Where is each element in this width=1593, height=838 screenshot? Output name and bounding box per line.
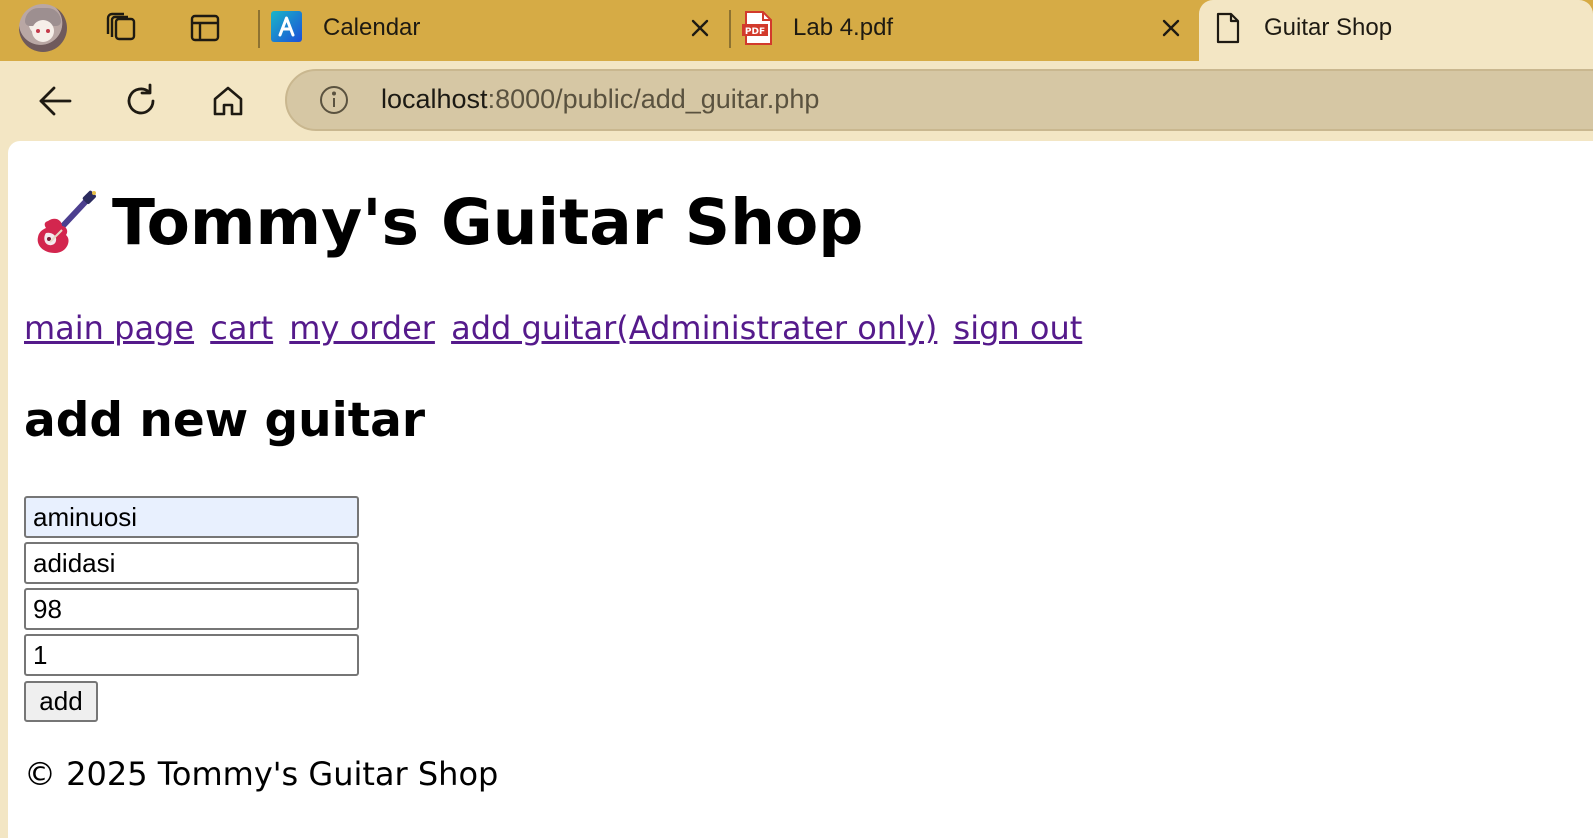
pdf-icon: PDF [742, 11, 774, 45]
nav-link-add-guitar[interactable]: add guitar(Administrater only) [451, 309, 937, 347]
tab-title: Lab 4.pdf [793, 14, 894, 41]
nav-link-main-page[interactable]: main page [24, 309, 194, 347]
svg-text:PDF: PDF [745, 27, 765, 37]
site-info-icon[interactable] [319, 85, 349, 115]
refresh-icon[interactable] [117, 77, 165, 125]
tab-calendar[interactable]: Calendar [262, 0, 728, 56]
tab-title: Guitar Shop [1264, 14, 1393, 41]
url-path: :8000/public/add_guitar.php [487, 84, 820, 114]
page-title: Tommy's Guitar Shop [28, 186, 863, 259]
tab-separator [258, 10, 260, 48]
home-icon[interactable] [204, 77, 252, 125]
tab-separator [729, 10, 731, 48]
browser-toolbar: localhost:8000/public/add_guitar.php [0, 61, 1593, 141]
add-button[interactable]: add [24, 681, 98, 722]
nav-link-sign-out[interactable]: sign out [954, 309, 1083, 347]
nav-link-cart[interactable]: cart [210, 309, 273, 347]
tab-strip: Calendar PDF Lab 4.pdf Guitar Shop [0, 0, 1593, 61]
nav-link-my-order[interactable]: my order [289, 309, 435, 347]
url-host: localhost [381, 84, 488, 114]
workspaces-icon[interactable] [99, 8, 143, 48]
profile-avatar[interactable] [19, 4, 67, 52]
guitar-stock-input[interactable] [24, 634, 359, 676]
back-icon[interactable] [31, 77, 79, 125]
section-title: add new guitar [24, 393, 426, 448]
guitar-brand-input[interactable] [24, 542, 359, 584]
guitar-icon [28, 187, 100, 259]
close-icon[interactable] [688, 16, 712, 40]
tab-guitar-shop[interactable]: Guitar Shop [1199, 0, 1593, 61]
address-bar[interactable]: localhost:8000/public/add_guitar.php [285, 69, 1593, 131]
close-icon[interactable] [1159, 16, 1183, 40]
footer-copyright: © 2025 Tommy's Guitar Shop [24, 755, 499, 793]
site-nav: main page cart my order add guitar(Admin… [24, 309, 1088, 347]
vertical-tabs-icon[interactable] [183, 8, 227, 48]
tab-title: Calendar [323, 14, 421, 41]
guitar-price-input[interactable] [24, 588, 359, 630]
app-a-icon [271, 11, 302, 42]
tab-lab4-pdf[interactable]: PDF Lab 4.pdf [733, 0, 1199, 56]
url-text[interactable]: localhost:8000/public/add_guitar.php [381, 84, 819, 115]
guitar-name-input[interactable] [24, 496, 359, 538]
page-title-text: Tommy's Guitar Shop [112, 186, 864, 259]
document-icon [1215, 12, 1241, 44]
page-content: Tommy's Guitar Shop main page cart my or… [8, 141, 1593, 838]
